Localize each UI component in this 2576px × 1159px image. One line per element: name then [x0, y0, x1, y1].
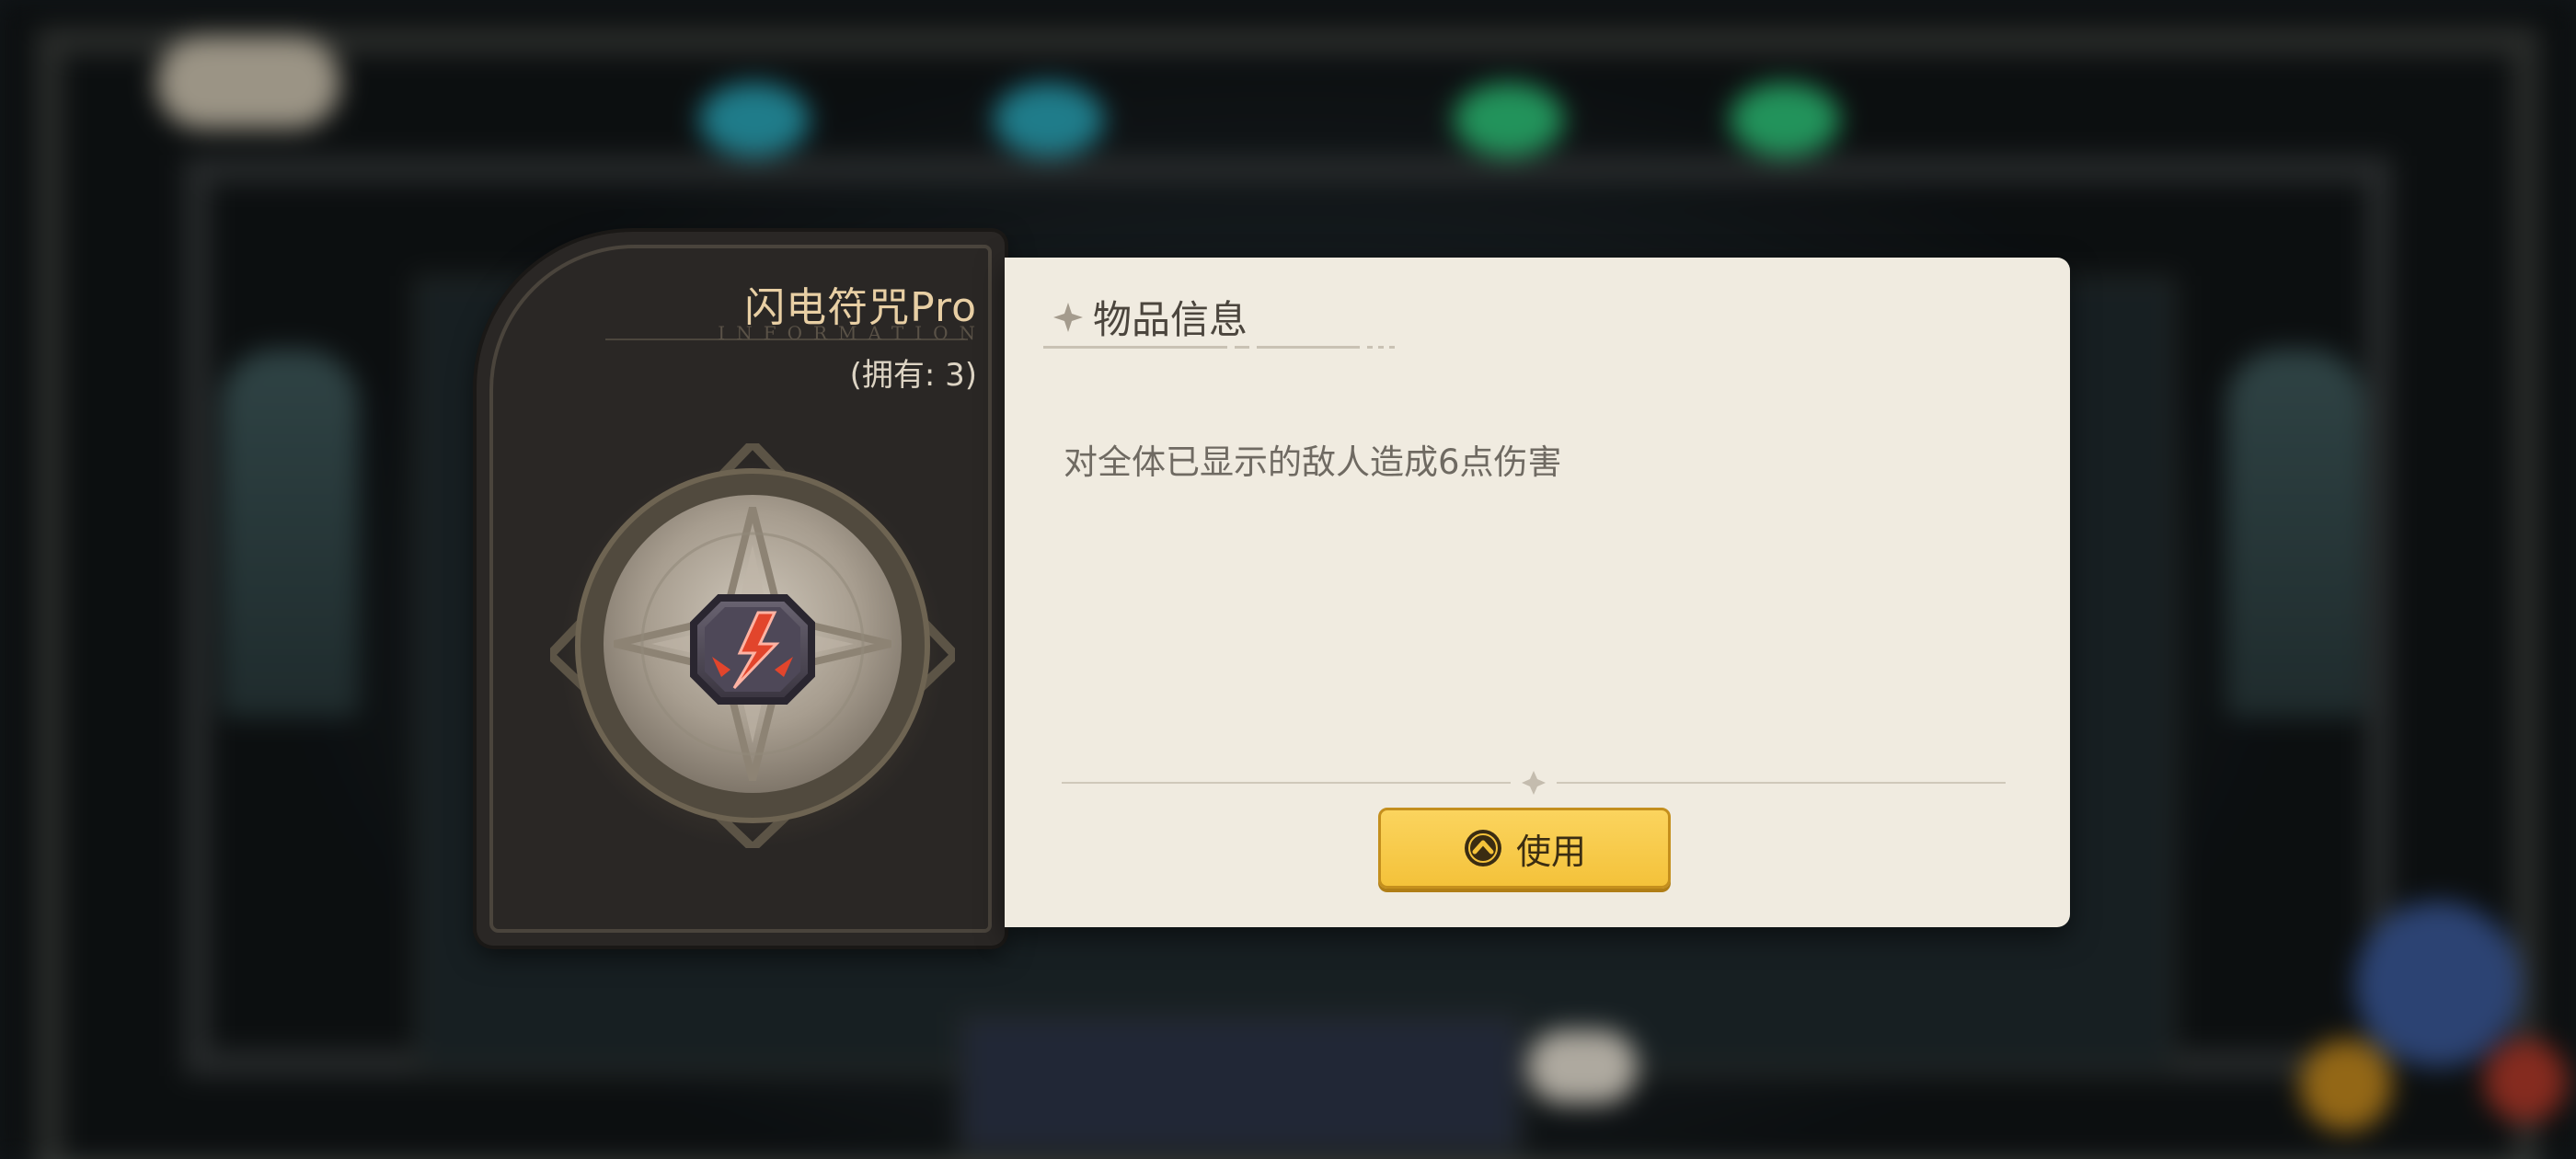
lightning-rune-icon — [550, 443, 955, 848]
item-name: 闪电符咒Pro — [744, 284, 977, 331]
owned-count: (拥有: 3) — [849, 357, 977, 394]
title-underline — [1043, 346, 1395, 349]
item-card: INFORMATION 闪电符咒Pro (拥有: 3) — [477, 232, 1005, 946]
sparkle-icon — [1053, 302, 1083, 332]
item-description: 对全体已显示的敌人造成6点伤害 — [1064, 442, 1562, 482]
divider — [1062, 771, 2006, 795]
use-button[interactable]: 使用 — [1378, 808, 1671, 889]
game-screen: INFORMATION 闪电符咒Pro (拥有: 3) 物品信息 对全体已显示的… — [0, 0, 2576, 1159]
chevron-up-circle-icon — [1464, 830, 1501, 866]
info-title: 物品信息 — [1093, 297, 1248, 342]
use-button-label: 使用 — [1515, 831, 1586, 872]
info-header: 物品信息 — [1052, 289, 1248, 345]
item-info-panel: 物品信息 对全体已显示的敌人造成6点伤害 使用 — [1005, 258, 2070, 927]
